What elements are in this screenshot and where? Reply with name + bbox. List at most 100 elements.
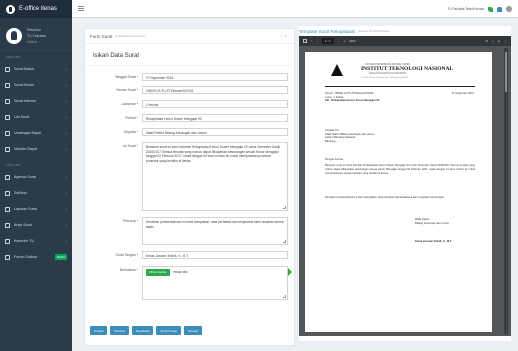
sidebar-item-label: Surat Keluar [14, 83, 34, 87]
resize-handle-icon[interactable] [283, 295, 286, 298]
user-panel: Rekoriku TU Fakultas Online [0, 18, 72, 54]
letter-greeting: Dengan hormat, [325, 158, 344, 161]
choose-file-button[interactable]: Pilihan berkas [146, 269, 170, 276]
sidebar-item-agenda-surat[interactable]: Agenda Surat ‹ [0, 169, 72, 185]
kop-faculty: FAKULTAS TEKNOLOGI INDUSTRI [369, 73, 406, 75]
sidebar-item-label: Undangan Rapat [14, 131, 42, 135]
cancel-button[interactable]: Cancel [90, 326, 108, 335]
field-label: Penutup * [123, 219, 138, 223]
sidebar-item-surat-keluar[interactable]: Surat Keluar ‹ [0, 77, 72, 93]
preview-button[interactable]: Preview [110, 326, 130, 335]
panel-tools[interactable]: - ⤢ ✕ [276, 34, 288, 38]
date-input[interactable]: 27 Nopember 2016 [142, 73, 288, 81]
sidebar-item-surat-masuk[interactable]: Surat Masuk ‹ [0, 61, 72, 77]
letter-signature: Wakil Dekan Bidang Keuangan dan Umum Ket… [415, 218, 452, 243]
form-panel: Form Surat Rekapitulasi Honor Dosen - ⤢ … [84, 28, 295, 346]
kepada-input[interactable]: Wakil Rektor Bidang Keuangan dan Umum [142, 128, 288, 136]
brand[interactable]: E-office itenas [0, 0, 72, 18]
chevron-icon: ‹ [65, 130, 67, 136]
user-avatar-icon[interactable] [506, 6, 512, 12]
archive-icon [5, 222, 10, 228]
file-name: rekap.xlsx [173, 270, 188, 274]
sidebar-item-laporan-surat[interactable]: Laporan Surat ‹ [0, 201, 72, 217]
menu-header: MAIN NAV [6, 55, 21, 59]
preview-title: Template Surat Rekapitulasi [299, 28, 356, 34]
letter-body: Bersama surat ini kami kirimkan Rekapitu… [325, 164, 475, 175]
nomor-input[interactable]: 0050/H.21/TU-FTI/Itenas/XI/2016 [142, 86, 288, 94]
viewer-toolbar: ↑ ↓ 1 / 1 − + 90% ↻ ⤓ ⎙ ⋮ [299, 36, 511, 46]
page-up-icon[interactable]: ↑ [311, 39, 313, 43]
resize-handle-icon[interactable] [283, 206, 286, 209]
chat-icon [5, 254, 10, 260]
sidebar-item-forum-diskusi[interactable]: Forum Diskusi BARU [0, 249, 72, 265]
sidebar-item-list-surat[interactable]: List Surat ‹ [0, 109, 72, 125]
letter-to-line: Bandung [325, 139, 336, 143]
penutup-textarea[interactable]: Demikian pemberitahuan ini kami sampaika… [142, 217, 288, 245]
ttd-input[interactable]: Ketua Jurusan Teknik, Ir., M.T. [142, 251, 288, 259]
berkas-upload: Pilihan berkas rekap.xlsx [142, 266, 288, 300]
preview-header: Template Surat Rekapitulasi (sebagai Pre… [299, 26, 511, 36]
download-button[interactable]: Download [132, 326, 154, 335]
zoom-in-icon[interactable]: + [344, 39, 346, 43]
field-label: Tanggal Surat * [114, 75, 138, 79]
sign-title: Bidang Keuangan dan Umum [415, 221, 450, 225]
lampiran-input[interactable]: 1 berkas [142, 100, 288, 108]
inbox-icon [5, 66, 10, 72]
user-avatar-icon [6, 27, 22, 44]
field-label: Lampiran * [121, 102, 138, 106]
zoom-level[interactable]: 90% [349, 39, 355, 43]
app-logo-icon [6, 4, 15, 14]
menu-section-label: LAIN-LAIN [6, 163, 21, 167]
download-icon[interactable]: ⤓ [492, 39, 493, 43]
isi-textarea[interactable]: Bersama surat ini kami kirimkan Rekapitu… [142, 142, 288, 211]
field-label: Berkaskan * [119, 268, 138, 272]
leaf-icon[interactable] [488, 6, 493, 12]
field-label: Perihal * [125, 116, 138, 120]
perihal-input[interactable]: Rekapitulasi Honor Dosen Mengajar 02 [142, 114, 288, 122]
isi-text: Bersama surat ini kami kirimkan Rekapitu… [146, 145, 280, 163]
page-down-icon[interactable]: ↓ [317, 39, 319, 43]
topbar-right: TU Fakultas Teknik Itenas [447, 0, 512, 18]
chevron-icon: ‹ [65, 66, 67, 72]
more-icon[interactable]: ⋮ [504, 39, 507, 43]
sidebar-toggle-icon[interactable] [303, 39, 307, 43]
file-icon [5, 98, 10, 104]
sidebar-item-kalender-tu[interactable]: Kalender TU ‹ [0, 233, 72, 249]
menu-toggle-icon[interactable] [72, 0, 90, 18]
topbar-user-label[interactable]: TU Fakultas Teknik Itenas [447, 7, 484, 11]
new-badge: BARU [55, 254, 67, 260]
preview-subtitle: (sebagai Preview/Pratinjau) [358, 29, 390, 33]
sidebar-item-label: Surat Masuk [14, 67, 35, 71]
surat-keluar-button[interactable]: Surat Keluar [156, 326, 182, 335]
user-name: Rekoriku [27, 27, 41, 32]
letterhead: YAYASAN PENDIDIKAN DAYANG SUMBI INSTITUT… [325, 61, 475, 87]
arrow-right-icon [288, 268, 292, 276]
viewer-scrollbar[interactable] [504, 48, 508, 334]
zoom-out-icon[interactable]: − [338, 39, 340, 43]
app-title: E-office itenas [19, 6, 57, 12]
panel-header: Form Surat Rekapitulasi Honor Dosen - ⤢ … [85, 29, 294, 44]
sidebar-item-arsip-surat[interactable]: Arsip Surat ‹ [0, 217, 72, 233]
save-button[interactable]: Simpan [184, 326, 203, 335]
rotate-icon[interactable]: ↻ [486, 39, 489, 43]
book-icon [5, 174, 10, 180]
field-label: Surat Tangan * [115, 253, 138, 257]
sidebar-item-setbeal[interactable]: SetBeal ‹ [0, 185, 72, 201]
resize-handle-icon[interactable] [283, 240, 286, 243]
chevron-icon: ‹ [65, 222, 67, 228]
sidebar-item-notulen-rapat[interactable]: Notulen Rapat ‹ [0, 141, 72, 157]
kop-address: Jl. PKH. Hasan Mustapa No. 23 Bandung 40… [361, 77, 408, 79]
topbar: TU Fakultas Teknik Itenas [72, 0, 518, 18]
sidebar-item-undangan-rapat[interactable]: Undangan Rapat ‹ [0, 125, 72, 141]
letter-hal: Hal : Rekapitulasi Honor Dosen Mengajar … [325, 99, 380, 103]
page-number-input[interactable]: 1 / 1 [322, 38, 334, 44]
preview-panel: Template Surat Rekapitulasi (sebagai Pre… [299, 26, 511, 341]
chevron-icon: ‹ [65, 146, 67, 152]
sign-name: Ketua Jurusan Teknik, Ir., M.T. [415, 240, 452, 243]
print-icon[interactable]: ⎙ [498, 39, 500, 43]
breadcrumb: Rekapitulasi Honor Dosen [115, 34, 146, 38]
list-icon [5, 114, 10, 120]
chevron-icon: ‹ [65, 98, 67, 104]
sidebar-item-surat-internal[interactable]: Surat Internal ‹ [0, 93, 72, 109]
notification-icon[interactable] [497, 6, 502, 12]
